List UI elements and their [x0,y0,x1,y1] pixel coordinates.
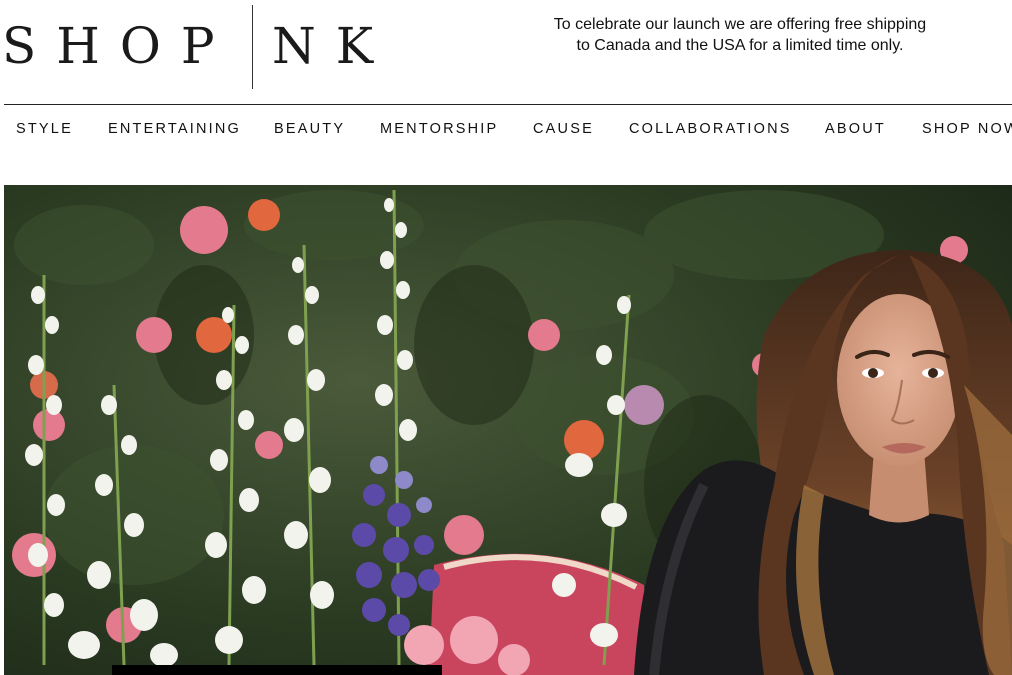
nav-item-cause[interactable]: CAUSE [533,121,594,137]
hero-image[interactable] [4,185,1012,675]
nav-item-style[interactable]: STYLE [16,121,73,137]
nav-item-entertaining[interactable]: ENTERTAINING [108,121,241,137]
logo-text-right: NK [272,17,394,75]
brand-logo[interactable]: SHOP NK [0,0,395,90]
logo-text-left: SHOP [2,17,235,75]
promo-line-1: To celebrate our launch we are offering … [553,16,927,33]
nav-item-about[interactable]: ABOUT [825,121,886,137]
nav-item-shop-now[interactable]: SHOP NOW [922,121,1012,137]
promo-line-2: to Canada and the USA for a limited time… [576,37,904,54]
nav-item-collaborations[interactable]: COLLABORATIONS [629,121,792,137]
nav-item-mentorship[interactable]: MENTORSHIP [380,121,498,137]
site-header: SHOP NK To celebrate our launch we are o… [0,0,1012,105]
promo-banner: To celebrate our launch we are offering … [520,14,960,56]
hero-illustration [4,185,1012,675]
logo-divider [252,5,253,89]
main-nav: STYLE ENTERTAINING BEAUTY MENTORSHIP CAU… [0,105,1012,151]
hero-caption-bar [112,665,442,675]
nav-item-beauty[interactable]: BEAUTY [274,121,345,137]
